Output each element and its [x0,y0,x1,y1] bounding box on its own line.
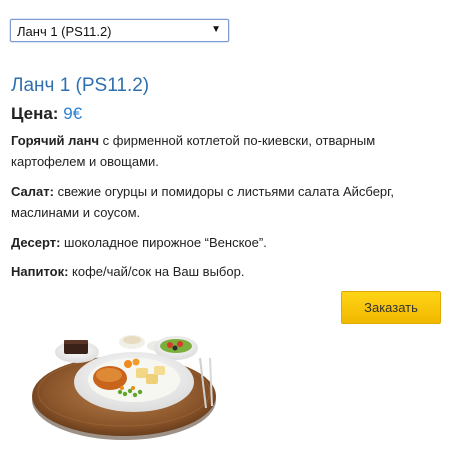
lunch-tray-image [32,335,216,440]
lunch-select[interactable]: Ланч 1 (PS11.2) ▼ [10,19,229,42]
hot-lunch-description: Горячий ланч с фирменной котлетой по-кие… [11,130,441,172]
lunch-select-value: Ланч 1 (PS11.2) [17,24,112,39]
salad-text: свежие огурцы и помидоры с листьями сала… [11,184,394,220]
salad-label: Салат: [11,184,54,199]
dropdown-arrow-icon: ▼ [211,24,221,35]
price-value: 9€ [63,104,83,123]
salad-description: Салат: свежие огурцы и помидоры с листья… [11,181,441,223]
product-title: Ланч 1 (PS11.2) [11,75,150,96]
drink-label: Напиток: [11,264,69,279]
hot-lunch-label: Горячий ланч [11,133,100,148]
dessert-label: Десерт: [11,235,61,250]
dessert-description: Десерт: шоколадное пирожное “Венское”. [11,232,441,253]
drink-description: Напиток: кофе/чай/сок на Ваш выбор. [11,261,441,282]
drink-text: кофе/чай/сок на Ваш выбор. [68,264,245,279]
product-page: Ланч 1 (PS11.2) ▼ Ланч 1 (PS11.2) Цена: … [0,0,457,450]
dessert-text: шоколадное пирожное “Венское”. [60,235,267,250]
product-price: Цена: 9€ [11,104,82,124]
order-button[interactable]: Заказать [341,291,441,324]
price-label: Цена: [11,104,59,123]
